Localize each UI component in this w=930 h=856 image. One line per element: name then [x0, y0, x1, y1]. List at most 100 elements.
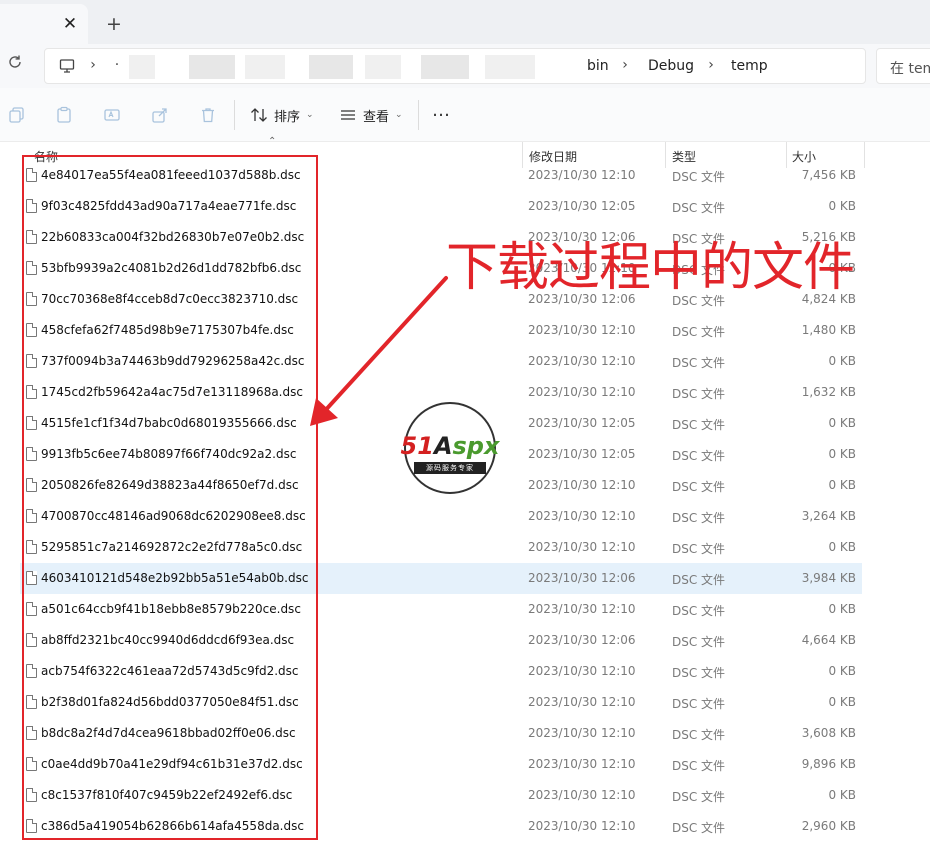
- chevron-down-icon: ⌄: [395, 110, 403, 120]
- file-modified-date: 2023/10/30 12:10: [528, 602, 636, 616]
- delete-icon[interactable]: [199, 106, 217, 124]
- breadcrumb-bin[interactable]: bin: [587, 58, 609, 74]
- browser-tab[interactable]: ✕: [0, 4, 88, 44]
- file-name: 9f03c4825fdd43ad90a717a4eae771fe.dsc: [41, 199, 297, 213]
- file-icon: [26, 695, 37, 709]
- file-row[interactable]: ab8ffd2321bc40cc9940d6ddcd6f93ea.dsc 2023…: [20, 625, 862, 656]
- file-row[interactable]: acb754f6322c461eaa72d5743d5c9fd2.dsc 2023…: [20, 656, 862, 687]
- new-tab-icon[interactable]: +: [104, 12, 124, 36]
- this-pc-icon[interactable]: [59, 58, 75, 74]
- close-tab-icon[interactable]: ✕: [60, 12, 80, 36]
- copy-icon[interactable]: [8, 106, 26, 124]
- refresh-icon[interactable]: [5, 54, 25, 76]
- file-name: 5295851c7a214692872c2e2fd778a5c0.dsc: [41, 540, 303, 554]
- breadcrumb-temp[interactable]: temp: [731, 58, 768, 74]
- file-modified-date: 2023/10/30 12:06: [528, 571, 636, 585]
- file-modified-date: 2023/10/30 12:10: [528, 726, 636, 740]
- watermark-brand-suffix: spx: [452, 432, 500, 460]
- file-icon: [26, 292, 37, 306]
- chevron-down-icon: ⌄: [306, 110, 314, 120]
- file-row[interactable]: b2f38d01fa824d56bdd0377050e84f51.dsc 2023…: [20, 687, 862, 718]
- file-size: 2,960 KB: [801, 819, 856, 833]
- sort-button[interactable]: 排序 ⌄: [250, 104, 314, 126]
- file-name: c8c1537f810f407c9459b22ef2492ef6.dsc: [41, 788, 293, 802]
- file-name: 458cfefa62f7485d98b9e7175307b4fe.dsc: [41, 323, 294, 337]
- more-options-icon[interactable]: …: [432, 100, 451, 121]
- redacted-path-segment: [365, 55, 401, 79]
- file-row[interactable]: 4603410121d548e2b92bb5a51e54ab0b.dsc 2023…: [20, 563, 862, 594]
- file-size: 0 KB: [828, 788, 856, 802]
- file-row[interactable]: 5295851c7a214692872c2e2fd778a5c0.dsc 2023…: [20, 532, 862, 563]
- view-icon: [341, 110, 355, 120]
- file-size: 1,480 KB: [801, 323, 856, 337]
- file-modified-date: 2023/10/30 12:10: [528, 323, 636, 337]
- file-icon: [26, 788, 37, 802]
- file-name: b2f38d01fa824d56bdd0377050e84f51.dsc: [41, 695, 299, 709]
- watermark-brand-letter: A: [433, 432, 453, 460]
- breadcrumb-debug[interactable]: Debug: [648, 58, 694, 74]
- file-icon: [26, 323, 37, 337]
- file-name: b8dc8a2f4d7d4cea9618bbad02ff0e06.dsc: [41, 726, 296, 740]
- file-size: 0 KB: [828, 695, 856, 709]
- file-modified-date: 2023/10/30 12:10: [528, 354, 636, 368]
- file-name: 4515fe1cf1f34d7babc0d68019355666.dsc: [41, 416, 297, 430]
- sort-icon: [251, 108, 267, 122]
- file-modified-date: 2023/10/30 12:10: [528, 540, 636, 554]
- file-icon: [26, 540, 37, 554]
- search-input[interactable]: 在 tem: [876, 48, 930, 84]
- sort-label: 排序: [274, 109, 301, 125]
- file-modified-date: 2023/10/30 12:06: [528, 633, 636, 647]
- file-row[interactable]: c386d5a419054b62866b614afa4558da.dsc 2023…: [20, 811, 862, 842]
- file-name: 1745cd2fb59642a4ac75d7e13118968a.dsc: [41, 385, 303, 399]
- file-modified-date: 2023/10/30 12:05: [528, 416, 636, 430]
- file-type: DSC 文件: [672, 759, 726, 773]
- file-modified-date: 2023/10/30 12:10: [528, 695, 636, 709]
- file-icon: [26, 571, 37, 585]
- file-name: 70cc70368e8f4cceb8d7c0ecc3823710.dsc: [41, 292, 299, 306]
- file-row[interactable]: 4e84017ea55f4ea081feeed1037d588b.dsc 2023…: [20, 160, 862, 191]
- file-row[interactable]: b8dc8a2f4d7d4cea9618bbad02ff0e06.dsc 2023…: [20, 718, 862, 749]
- annotation-label: 下载过程中的文件: [446, 238, 855, 298]
- file-icon: [26, 199, 37, 213]
- file-size: 0 KB: [828, 199, 856, 213]
- file-row[interactable]: c0ae4dd9b70a41e29df94c61b31e37d2.dsc 2023…: [20, 749, 862, 780]
- watermark-brand: 51Aspx: [388, 432, 512, 460]
- file-name: 53bfb9939a2c4081b2d26d1dd782bfb6.dsc: [41, 261, 302, 275]
- file-icon: [26, 664, 37, 678]
- file-name: a501c64ccb9f41b18ebb8e8579b220ce.dsc: [41, 602, 301, 616]
- paste-icon[interactable]: [55, 106, 73, 124]
- view-button[interactable]: 查看 ⌄: [339, 104, 403, 126]
- file-row[interactable]: 9f03c4825fdd43ad90a717a4eae771fe.dsc 2023…: [20, 191, 862, 222]
- file-row[interactable]: 737f0094b3a74463b9dd79296258a42c.dsc 2023…: [20, 346, 862, 377]
- file-type: DSC 文件: [672, 511, 726, 525]
- file-size: 0 KB: [828, 447, 856, 461]
- file-modified-date: 2023/10/30 12:10: [528, 509, 636, 523]
- file-icon: [26, 447, 37, 461]
- file-type: DSC 文件: [672, 666, 726, 680]
- chevron-right-icon: ›: [622, 57, 628, 73]
- file-row[interactable]: 4700870cc48146ad9068dc6202908ee8.dsc 2023…: [20, 501, 862, 532]
- file-name: c0ae4dd9b70a41e29df94c61b31e37d2.dsc: [41, 757, 303, 771]
- file-row[interactable]: a501c64ccb9f41b18ebb8e8579b220ce.dsc 2023…: [20, 594, 862, 625]
- rename-icon[interactable]: [103, 106, 121, 124]
- file-type: DSC 文件: [672, 449, 726, 463]
- file-row[interactable]: 458cfefa62f7485d98b9e7175307b4fe.dsc 2023…: [20, 315, 862, 346]
- toolbar-divider: [234, 100, 235, 130]
- file-type: DSC 文件: [672, 418, 726, 432]
- file-modified-date: 2023/10/30 12:10: [528, 664, 636, 678]
- file-icon: [26, 602, 37, 616]
- redacted-path-segment: [421, 55, 469, 79]
- file-size: 4,664 KB: [801, 633, 856, 647]
- redacted-path-segment: [189, 55, 235, 79]
- file-type: DSC 文件: [672, 201, 726, 215]
- file-modified-date: 2023/10/30 12:10: [528, 385, 636, 399]
- file-name: c386d5a419054b62866b614afa4558da.dsc: [41, 819, 304, 833]
- file-icon: [26, 726, 37, 740]
- file-icon: [26, 416, 37, 430]
- file-size: 3,984 KB: [801, 571, 856, 585]
- redacted-path-segment: [129, 55, 155, 79]
- breadcrumb-bar[interactable]: › · bin › Debug › temp: [44, 48, 866, 84]
- share-icon[interactable]: [151, 106, 169, 124]
- file-row[interactable]: c8c1537f810f407c9459b22ef2492ef6.dsc 2023…: [20, 780, 862, 811]
- file-size: 9,896 KB: [801, 757, 856, 771]
